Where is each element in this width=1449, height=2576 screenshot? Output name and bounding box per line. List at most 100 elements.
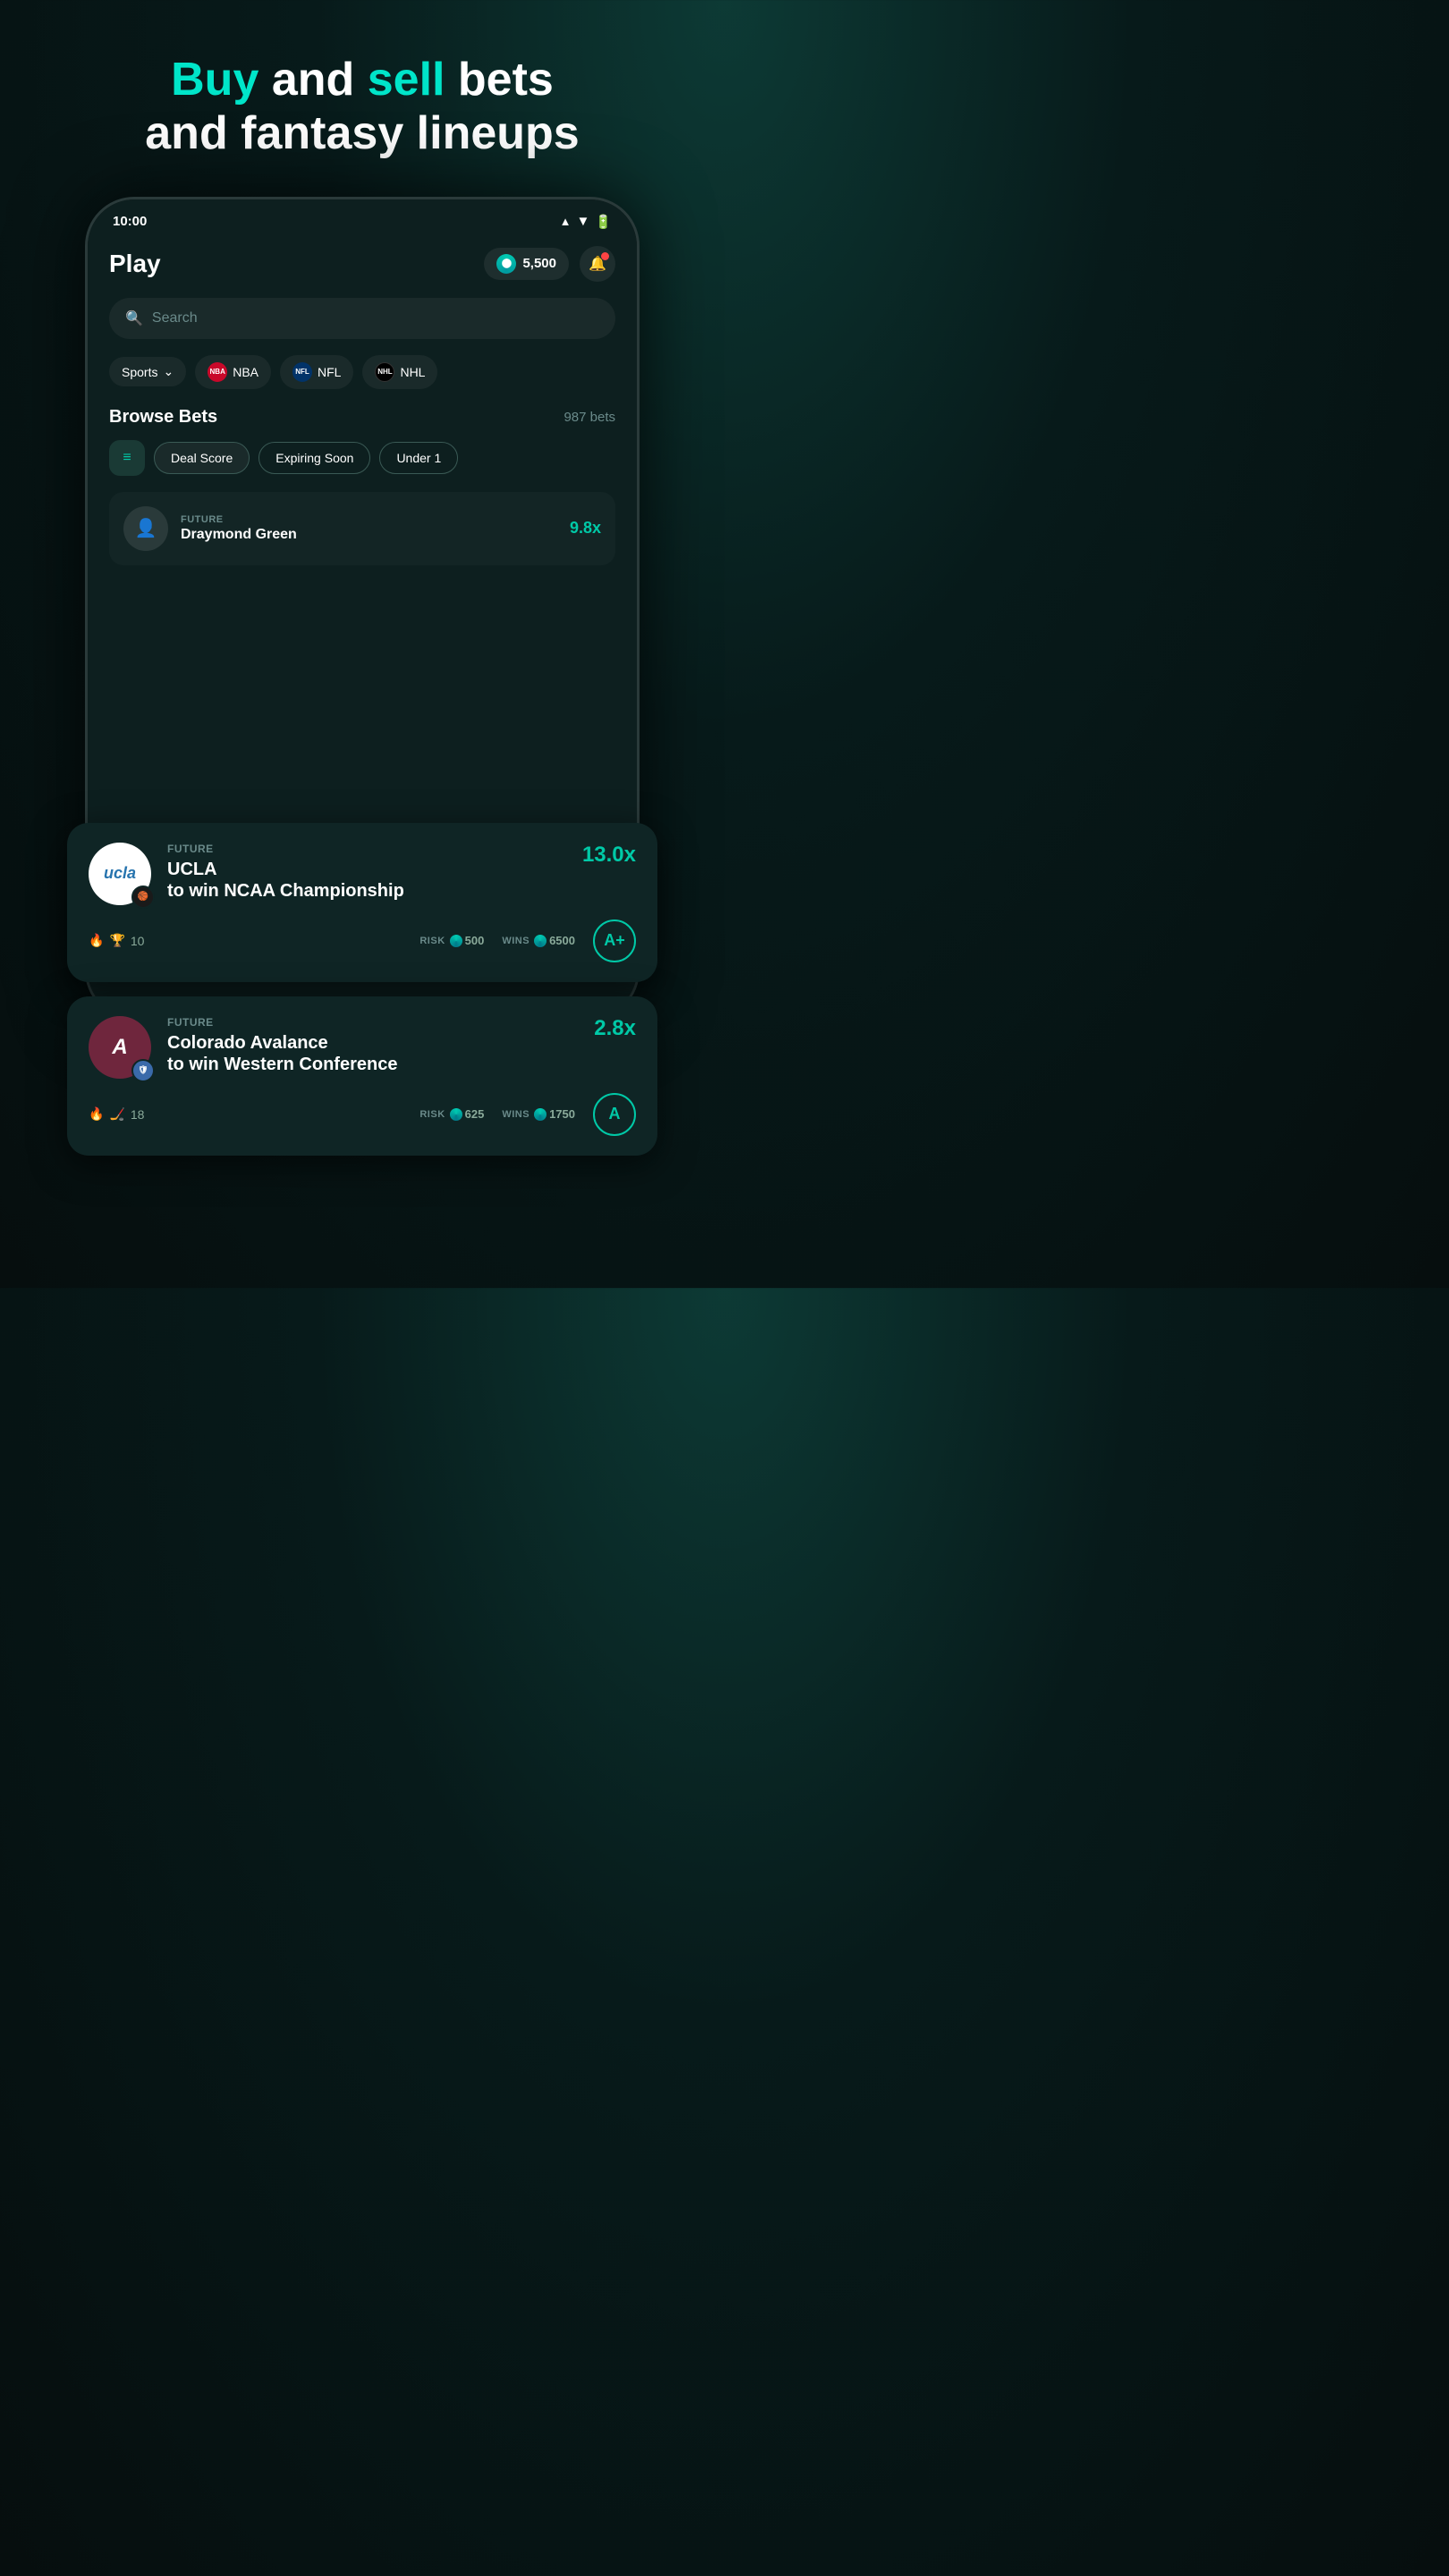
hero-line2: and fantasy lineups	[145, 107, 579, 159]
nhl-label: NHL	[400, 365, 425, 379]
coin-icon-small2	[534, 935, 547, 947]
expiring-soon-label: Expiring Soon	[275, 451, 353, 465]
notification-button[interactable]: 🔔	[580, 246, 615, 282]
nfl-logo: NFL	[292, 362, 312, 382]
shield-icon: 🛡	[138, 1065, 148, 1075]
clock: 10:00	[113, 214, 147, 229]
ucla-bet-card[interactable]: ucla 🏀 FUTURE UCLA to win NCAA Champions…	[67, 823, 657, 982]
hero-bets: bets	[458, 54, 554, 106]
card1-header: FUTURE UCLA to win NCAA Championship 13.…	[167, 843, 636, 902]
card1-team: UCLA	[167, 859, 404, 880]
partial-bet-card[interactable]: 👤 FUTURE Draymond Green 9.8x	[109, 492, 615, 565]
fire-emoji: 🔥	[89, 933, 104, 948]
hero-title: Buy and sell bets and fantasy lineups	[145, 54, 579, 161]
under-filter[interactable]: Under 1	[379, 442, 458, 474]
card1-wins: WINS 6500	[502, 934, 575, 947]
nhl-filter-button[interactable]: NHL NHL	[362, 355, 437, 389]
sport-badge-overlay: 🏀	[131, 886, 155, 909]
card2-top: A 🛡 FUTURE Colorado Avalance to win West…	[89, 1016, 636, 1079]
app-content: Play ⬤ 5,500 🔔 🔍 Se	[88, 237, 637, 565]
battery-icon: 🔋	[595, 214, 612, 230]
nfl-label: NFL	[318, 365, 341, 379]
card1-emoji-count: 10	[131, 934, 145, 948]
signal-icon: ▲	[560, 215, 572, 228]
card1-risk: RISK 500	[419, 934, 484, 947]
coins-badge: ⬤ 5,500	[484, 248, 569, 280]
card2-type: FUTURE	[167, 1016, 397, 1029]
coin-icon: ⬤	[496, 254, 516, 274]
card2-grade-badge: A	[593, 1093, 636, 1136]
card2-multiplier: 2.8x	[594, 1016, 636, 1041]
card1-emojis: 🔥 🏆 10	[89, 933, 144, 948]
bet-info: FUTURE Draymond Green	[181, 514, 557, 543]
card1-top: ucla 🏀 FUTURE UCLA to win NCAA Champions…	[89, 843, 636, 905]
coin-icon-small	[450, 935, 462, 947]
card1-footer: 🔥 🏆 10 RISK 500 WINS	[89, 919, 636, 962]
header-right: ⬤ 5,500 🔔	[484, 246, 615, 282]
app-title: Play	[109, 250, 161, 278]
nfl-filter-button[interactable]: NFL NFL	[280, 355, 353, 389]
wins-label2: WINS	[502, 1109, 530, 1120]
bet-type-label: FUTURE	[181, 514, 557, 525]
browse-header: Browse Bets 987 bets	[109, 407, 615, 428]
search-placeholder: Search	[152, 310, 198, 326]
deal-score-filter[interactable]: Deal Score	[154, 442, 250, 474]
filter-lines-icon: ≡	[123, 450, 131, 466]
filter-buttons: ≡ Deal Score Expiring Soon Under 1	[109, 440, 615, 476]
card2-grade: A	[609, 1105, 621, 1123]
ucla-logo: ucla 🏀	[89, 843, 151, 905]
nba-logo: NBA	[208, 362, 227, 382]
avalanche-logo: A 🛡	[89, 1016, 151, 1079]
wins-label: WINS	[502, 936, 530, 946]
card2-header: FUTURE Colorado Avalance to win Western …	[167, 1016, 636, 1075]
card2-emojis: 🔥 🏒 18	[89, 1106, 144, 1122]
card1-grade-badge: A+	[593, 919, 636, 962]
card1-wins-value: 6500	[534, 934, 575, 947]
coin-icon-small3	[450, 1108, 462, 1121]
bets-count: 987 bets	[564, 410, 615, 425]
bet-multiplier: 9.8x	[570, 519, 601, 538]
hero-sell-word: sell	[368, 54, 445, 106]
card2-type-group: FUTURE Colorado Avalance to win Western …	[167, 1016, 397, 1075]
phone-mockup: 10:00 ▲ ▼ 🔋 Play ⬤ 5,500	[85, 197, 640, 1181]
card1-subtitle: to win NCAA Championship	[167, 880, 404, 902]
risk-label: RISK	[419, 936, 445, 946]
player-avatar: 👤	[123, 506, 168, 551]
card2-info: FUTURE Colorado Avalance to win Western …	[167, 1016, 636, 1075]
nba-filter-button[interactable]: NBA NBA	[195, 355, 271, 389]
card2-risk: RISK 625	[419, 1107, 484, 1121]
card2-footer: 🔥 🏒 18 RISK 625 WINS	[89, 1093, 636, 1136]
card1-multiplier: 13.0x	[582, 843, 636, 868]
filter-icon-button[interactable]: ≡	[109, 440, 145, 476]
card1-stats: RISK 500 WINS 6500 A+	[419, 919, 636, 962]
card1-risk-value: 500	[450, 934, 485, 947]
coin-icon-small4	[534, 1108, 547, 1121]
card2-subtitle: to win Western Conference	[167, 1054, 397, 1075]
hero-and1: and	[272, 54, 368, 106]
floating-cards: ucla 🏀 FUTURE UCLA to win NCAA Champions…	[67, 823, 657, 1156]
avalanche-bet-card[interactable]: A 🛡 FUTURE Colorado Avalance to win West…	[67, 996, 657, 1156]
card1-type-group: FUTURE UCLA to win NCAA Championship	[167, 843, 404, 902]
coins-value: 5,500	[522, 256, 556, 271]
nba-label: NBA	[233, 365, 258, 379]
hero-buy-word: Buy	[171, 54, 258, 106]
risk-label2: RISK	[419, 1109, 445, 1120]
fire-emoji2: 🔥	[89, 1106, 104, 1122]
browse-title: Browse Bets	[109, 407, 217, 428]
notification-dot	[601, 252, 609, 260]
search-bar[interactable]: 🔍 Search	[109, 298, 615, 339]
card2-risk-value: 625	[450, 1107, 485, 1121]
nhl-logo: NHL	[375, 362, 394, 382]
expiring-soon-filter[interactable]: Expiring Soon	[258, 442, 370, 474]
shield-badge-overlay: 🛡	[131, 1059, 155, 1082]
under-label: Under 1	[396, 451, 441, 465]
card1-info: FUTURE UCLA to win NCAA Championship 13.…	[167, 843, 636, 902]
filter-tabs: Sports ⌄ NBA NBA NFL NFL NHL NHL	[109, 355, 615, 389]
card2-wins-value: 1750	[534, 1107, 575, 1121]
card2-emoji-count: 18	[131, 1107, 145, 1122]
card1-type: FUTURE	[167, 843, 404, 855]
avalanche-letter: A	[112, 1035, 127, 1060]
card1-grade: A+	[604, 931, 625, 950]
card2-team: Colorado Avalance	[167, 1032, 397, 1054]
sports-filter-button[interactable]: Sports ⌄	[109, 357, 186, 386]
